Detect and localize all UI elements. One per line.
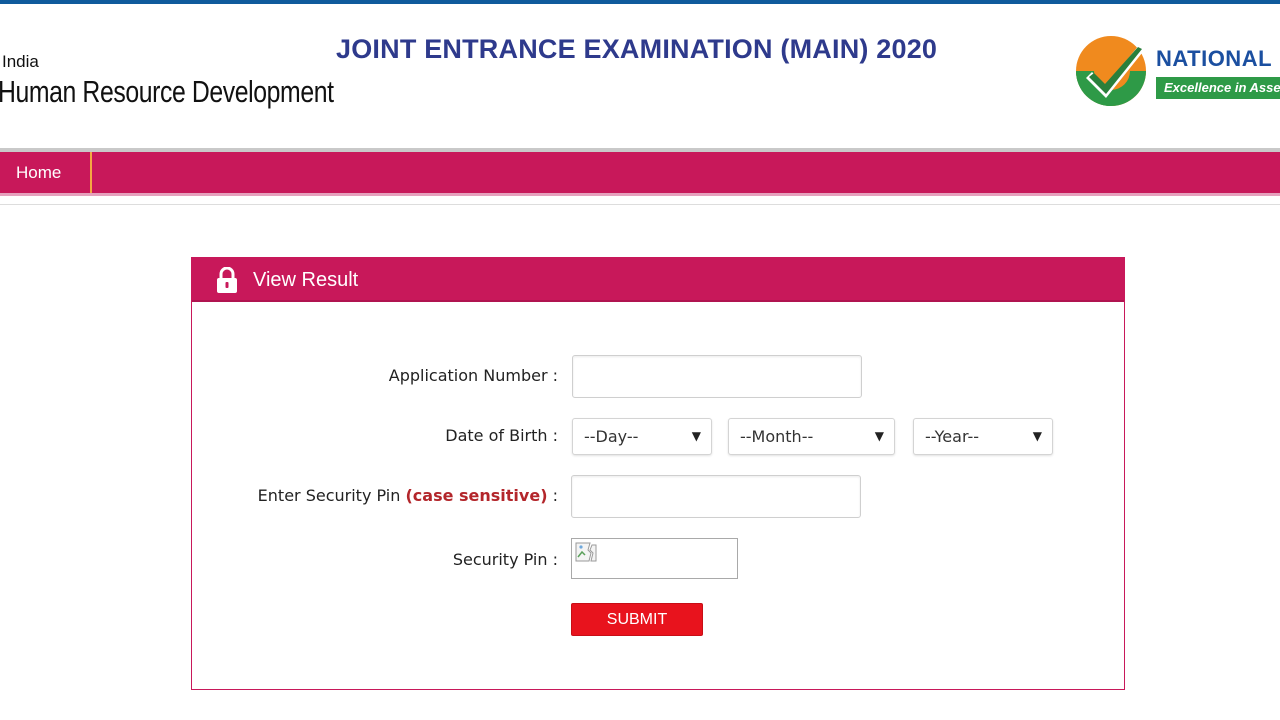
nav-item-home[interactable]: Home: [0, 152, 92, 193]
nav-bottom-border: [0, 193, 1280, 196]
security-pin-image-label: Security Pin :: [452, 550, 558, 569]
label-colon: :: [547, 486, 558, 505]
panel-title: View Result: [253, 269, 359, 291]
exam-title: JOINT ENTRANCE EXAMINATION (MAIN) 2020: [336, 34, 938, 64]
site-header: India Human Resource Development JOINT E…: [0, 4, 1280, 148]
lock-icon: [217, 267, 237, 293]
case-sensitive-note: (case sensitive): [405, 486, 548, 505]
dob-month-select[interactable]: --Month-- ▼: [728, 418, 895, 455]
security-pin-label-text: Enter Security Pin: [257, 486, 406, 505]
chevron-down-icon: ▼: [1032, 429, 1042, 443]
dob-month-value: --Month--: [740, 427, 814, 446]
divider: [0, 204, 1280, 205]
security-pin-input[interactable]: [571, 475, 861, 518]
ministry-line-1: India: [2, 52, 39, 71]
nta-check-logo-icon: [1076, 36, 1146, 106]
dob-year-select[interactable]: --Year-- ▼: [913, 418, 1053, 455]
panel-header: View Result: [192, 258, 1124, 302]
agency-tagline: Excellence in Assessment: [1156, 77, 1280, 99]
security-pin-image: [571, 538, 738, 579]
dob-day-select[interactable]: --Day-- ▼: [572, 418, 712, 455]
application-number-input[interactable]: [572, 355, 862, 398]
dob-day-value: --Day--: [584, 427, 639, 446]
ministry-line-2: Human Resource Development: [0, 74, 334, 109]
date-of-birth-label: Date of Birth :: [445, 426, 558, 445]
dob-year-value: --Year--: [925, 427, 980, 446]
main-nav: Home: [0, 152, 1280, 193]
chevron-down-icon: ▼: [874, 429, 884, 443]
submit-button[interactable]: SUBMIT: [571, 603, 703, 636]
application-number-label: Application Number :: [388, 366, 558, 385]
chevron-down-icon: ▼: [691, 429, 701, 443]
broken-image-icon: [575, 542, 597, 562]
agency-name: NATIONAL: [1156, 46, 1273, 71]
view-result-panel: View Result Application Number : Date of…: [191, 257, 1125, 690]
security-pin-input-label: Enter Security Pin (case sensitive) :: [258, 486, 558, 505]
